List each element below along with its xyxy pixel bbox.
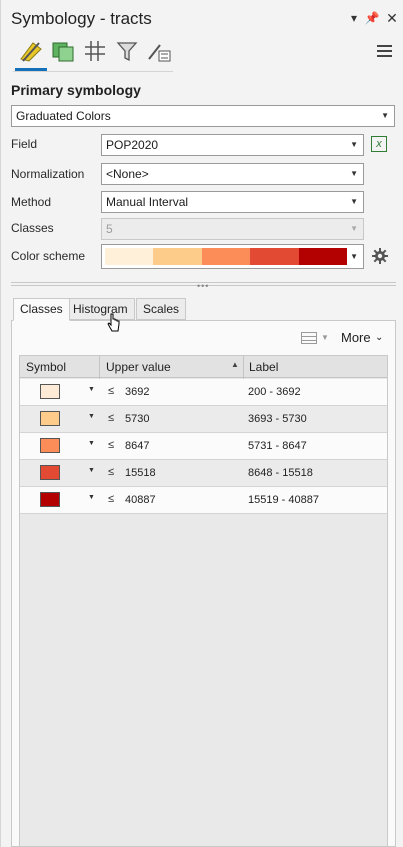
label-cell[interactable]: 200 - 3692 <box>248 386 301 398</box>
less-equal-operator: ≤ <box>108 493 115 505</box>
table-row[interactable]: ▼ ≤3692 200 - 3692 <box>20 379 387 406</box>
field-value: POP2020 <box>106 138 159 152</box>
method-value: Manual Interval <box>106 195 189 209</box>
symbol-swatch[interactable] <box>40 438 60 453</box>
label-cell[interactable]: 5731 - 8647 <box>248 440 307 452</box>
chevron-down-icon: ▼ <box>350 224 358 233</box>
table-row[interactable]: ▼ ≤5730 3693 - 5730 <box>20 406 387 433</box>
sort-ascending-icon: ▲ <box>231 360 239 369</box>
grid-header: Symbol Upper value ▲ Label <box>20 356 387 378</box>
color-ramp-stop <box>153 248 202 265</box>
classes-value: 5 <box>106 222 113 236</box>
toolbar-divider <box>13 71 173 72</box>
symbology-pane: Symbology - tracts ▾ 📌 ✕ Primary symbolo… <box>0 0 403 847</box>
primary-symbology-icon[interactable] <box>17 36 45 66</box>
column-header-symbol[interactable]: Symbol <box>26 360 66 374</box>
less-equal-operator: ≤ <box>108 385 115 397</box>
chevron-down-icon[interactable]: ⌄ <box>375 332 383 343</box>
color-ramp-stop <box>201 248 251 265</box>
symbol-swatch[interactable] <box>40 465 60 480</box>
symbol-swatch[interactable] <box>40 384 60 399</box>
chevron-down-icon[interactable]: ▼ <box>321 333 329 342</box>
pane-title: Symbology - tracts <box>11 9 152 28</box>
renderer-value: Graduated Colors <box>16 109 111 123</box>
color-ramp <box>105 248 348 265</box>
pin-icon[interactable]: 📌 <box>365 10 380 26</box>
chevron-down-icon: ▼ <box>350 252 358 261</box>
classes-label: Classes <box>11 221 54 235</box>
section-title: Primary symbology <box>11 82 141 98</box>
upper-value-cell[interactable]: 3692 <box>125 386 149 398</box>
field-dropdown[interactable]: POP2020 ▼ <box>101 134 364 156</box>
list-view-icon[interactable] <box>301 332 317 344</box>
chevron-down-icon: ▼ <box>381 111 389 120</box>
more-button[interactable]: More <box>341 330 371 345</box>
column-header-upper-value[interactable]: Upper value <box>106 360 171 374</box>
symbol-layers-icon[interactable] <box>81 36 109 66</box>
tab-classes[interactable]: Classes <box>13 298 70 321</box>
label-cell[interactable]: 3693 - 5730 <box>248 413 307 425</box>
chevron-down-icon: ▼ <box>350 140 358 149</box>
less-equal-operator: ≤ <box>108 466 115 478</box>
tab-scales[interactable]: Scales <box>136 298 187 320</box>
chevron-down-icon[interactable]: ▼ <box>88 386 95 393</box>
symbol-properties-icon[interactable] <box>145 36 173 66</box>
splitter-grip[interactable]: ••• <box>197 281 209 291</box>
label-cell[interactable]: 8648 - 15518 <box>248 467 313 479</box>
vary-symbology-icon[interactable] <box>49 36 77 66</box>
table-row[interactable]: ▼ ≤15518 8648 - 15518 <box>20 460 387 487</box>
tab-histogram[interactable]: Histogram <box>66 298 135 320</box>
upper-value-cell[interactable]: 5730 <box>125 413 149 425</box>
field-label: Field <box>11 137 38 151</box>
method-dropdown[interactable]: Manual Interval ▼ <box>101 191 364 213</box>
chevron-down-icon[interactable]: ▼ <box>88 494 95 501</box>
symbol-swatch[interactable] <box>40 411 60 426</box>
close-icon[interactable]: ✕ <box>385 10 399 26</box>
color-scheme-label: Color scheme <box>11 249 86 263</box>
pane-options-chevron-icon[interactable]: ▾ <box>347 10 361 26</box>
upper-value-cell[interactable]: 15518 <box>125 467 156 479</box>
column-header-label[interactable]: Label <box>249 360 278 374</box>
normalization-value: <None> <box>106 167 149 181</box>
chevron-down-icon[interactable]: ▼ <box>88 413 95 420</box>
renderer-dropdown[interactable]: Graduated Colors ▼ <box>11 105 395 127</box>
chevron-down-icon[interactable]: ▼ <box>88 440 95 447</box>
less-equal-operator: ≤ <box>108 412 115 424</box>
classes-dropdown: 5 ▼ <box>101 218 364 240</box>
chevron-down-icon: ▼ <box>350 197 358 206</box>
color-ramp-stop <box>105 248 154 265</box>
table-row[interactable]: ▼ ≤8647 5731 - 8647 <box>20 433 387 460</box>
filter-icon[interactable] <box>113 36 141 66</box>
color-ramp-stop <box>298 248 348 265</box>
menu-icon[interactable] <box>377 45 392 59</box>
table-row[interactable]: ▼ ≤40887 15519 - 40887 <box>20 487 387 514</box>
classes-grid: Symbol Upper value ▲ Label ▼ ≤3692 200 - 3… <box>19 355 388 847</box>
chevron-down-icon: ▼ <box>350 169 358 178</box>
normalization-dropdown[interactable]: <None> ▼ <box>101 163 364 185</box>
label-cell[interactable]: 15519 - 40887 <box>248 494 319 506</box>
gear-icon[interactable] <box>371 247 389 265</box>
chevron-down-icon[interactable]: ▼ <box>88 467 95 474</box>
symbol-swatch[interactable] <box>40 492 60 507</box>
expression-icon[interactable]: x <box>371 136 387 152</box>
method-label: Method <box>11 195 52 209</box>
upper-value-cell[interactable]: 8647 <box>125 440 149 452</box>
mouse-cursor-icon <box>107 313 121 338</box>
upper-value-cell[interactable]: 40887 <box>125 494 156 506</box>
color-ramp-stop <box>250 248 299 265</box>
less-equal-operator: ≤ <box>108 439 115 451</box>
normalization-label: Normalization <box>11 167 85 181</box>
